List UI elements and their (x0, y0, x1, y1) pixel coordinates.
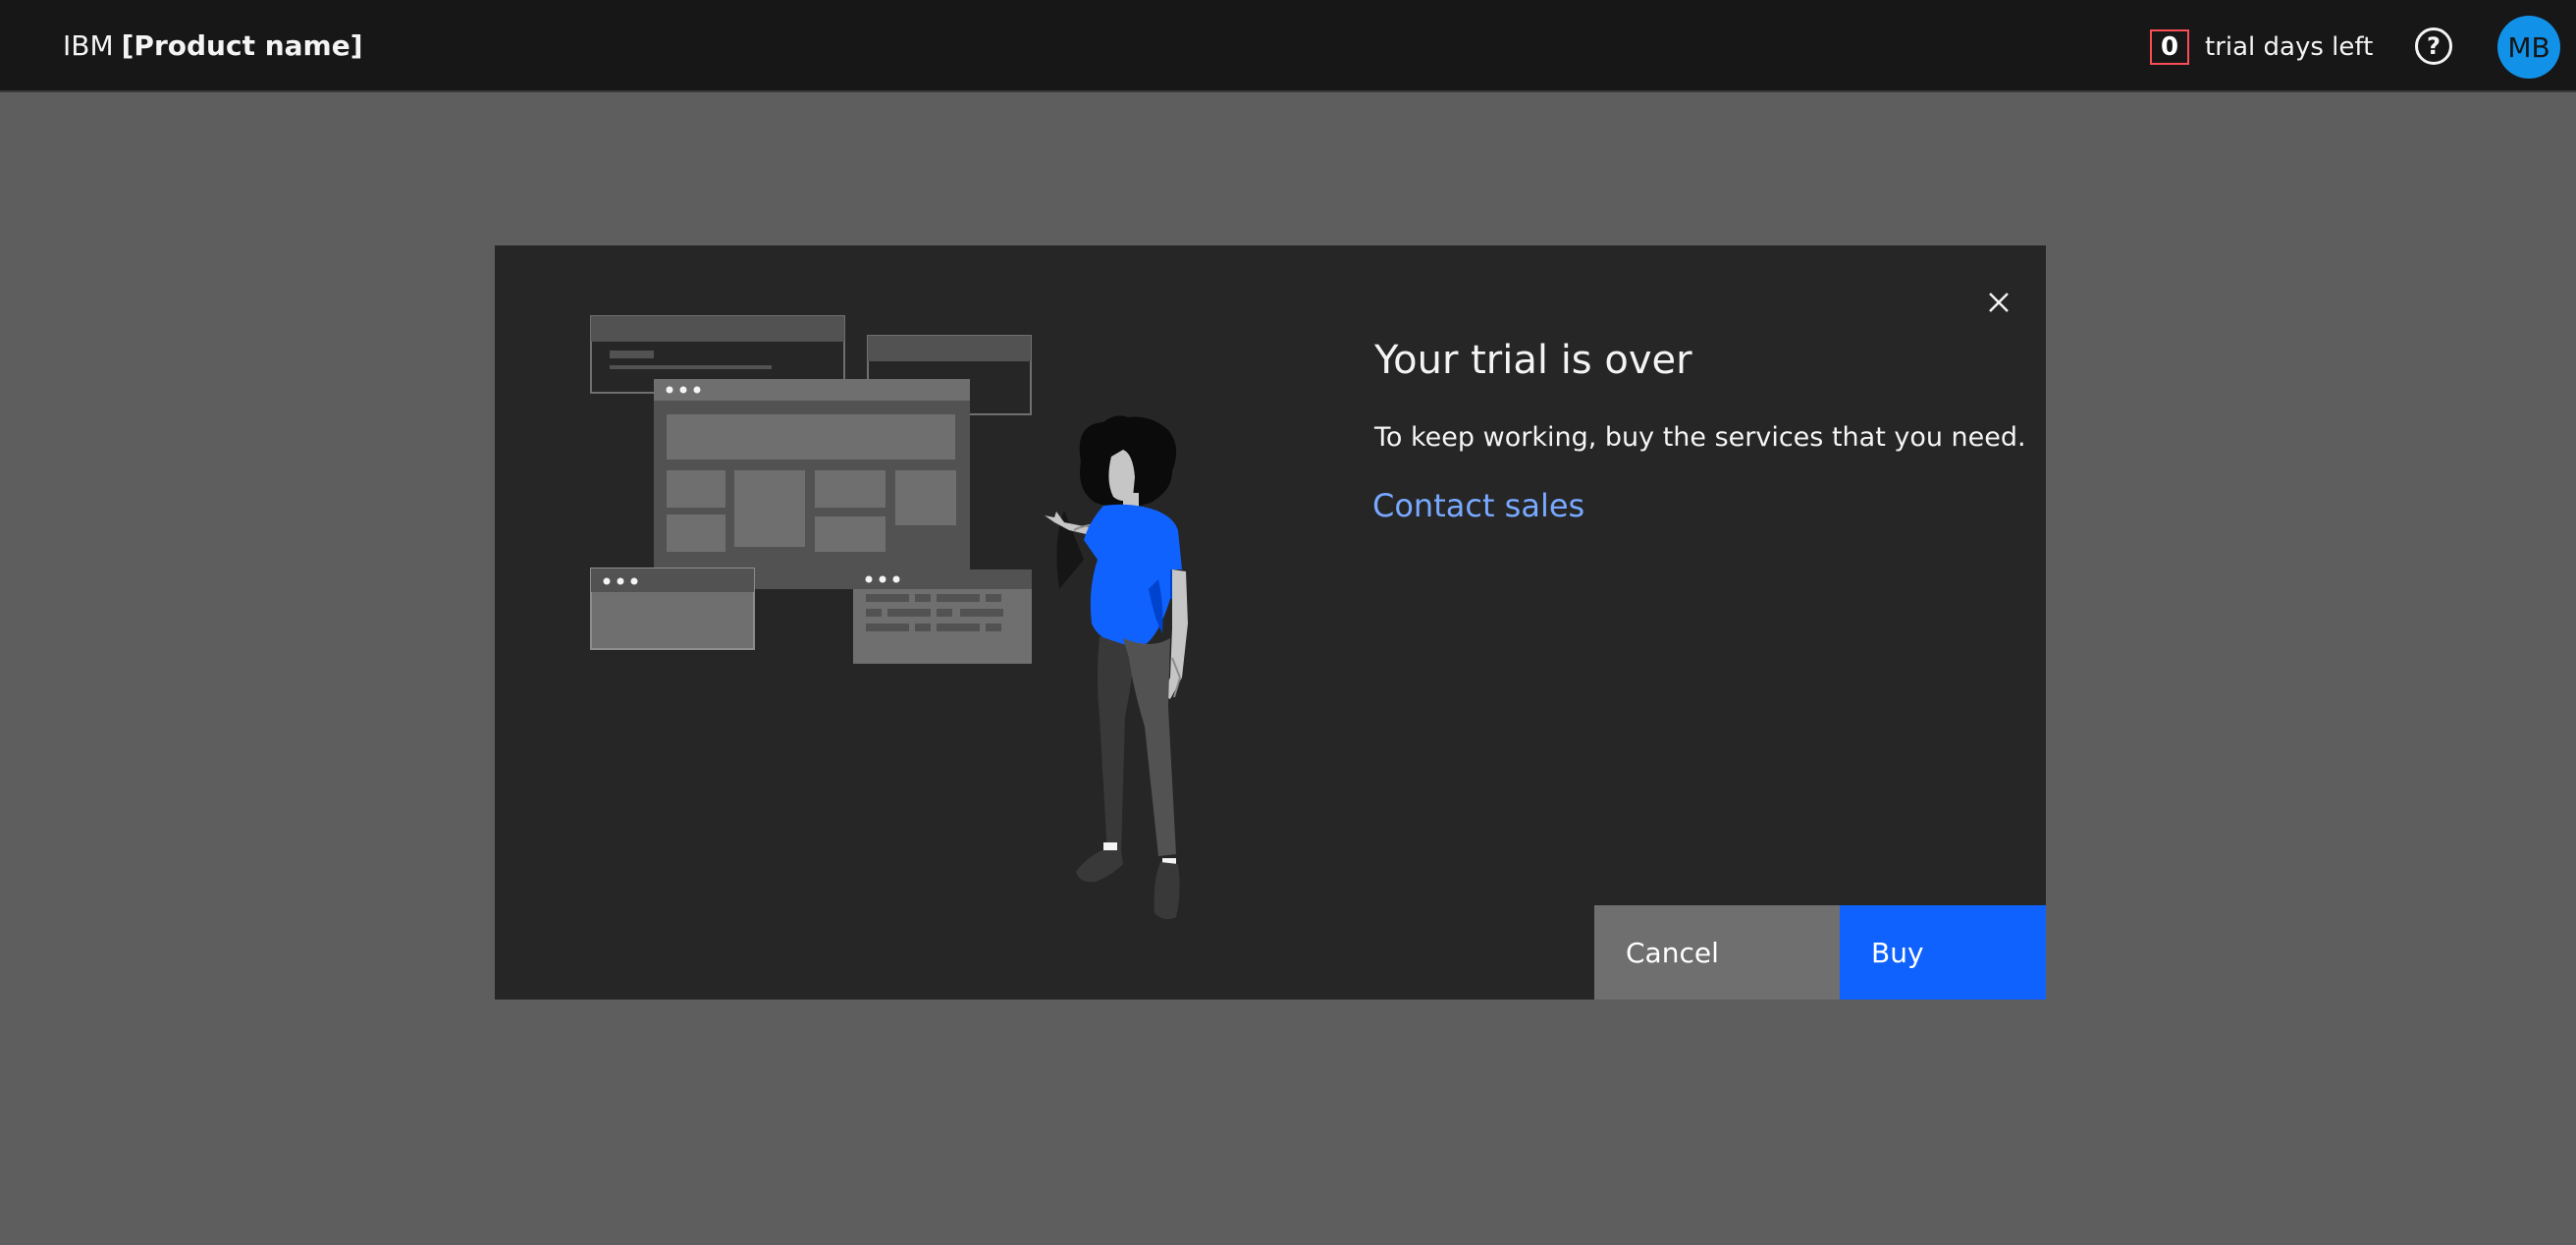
help-icon[interactable]: ? (2415, 27, 2452, 65)
brand-prefix: IBM (63, 29, 114, 62)
top-header: IBM [Product name] 0 trial days left ? MB (0, 0, 2576, 92)
product-name: [Product name] (121, 29, 363, 62)
trial-over-modal: Your trial is over To keep working, buy … (495, 245, 2046, 1000)
contact-sales-link[interactable]: Contact sales (1372, 487, 1584, 524)
illustration-woman-pointing (590, 315, 1188, 920)
product-brand[interactable]: IBM [Product name] (63, 0, 363, 92)
close-icon (1989, 293, 2009, 312)
trial-days-count: 0 (2150, 29, 2189, 65)
trial-status: 0 trial days left (2150, 27, 2373, 67)
cancel-button[interactable]: Cancel (1594, 905, 1840, 1000)
close-modal-button[interactable] (1971, 275, 2026, 330)
trial-days-label: trial days left (2205, 32, 2374, 62)
user-avatar[interactable]: MB (2497, 16, 2560, 79)
modal-title: Your trial is over (1374, 338, 1692, 383)
modal-body-text: To keep working, buy the services that y… (1374, 422, 2026, 453)
buy-button[interactable]: Buy (1840, 905, 2046, 1000)
